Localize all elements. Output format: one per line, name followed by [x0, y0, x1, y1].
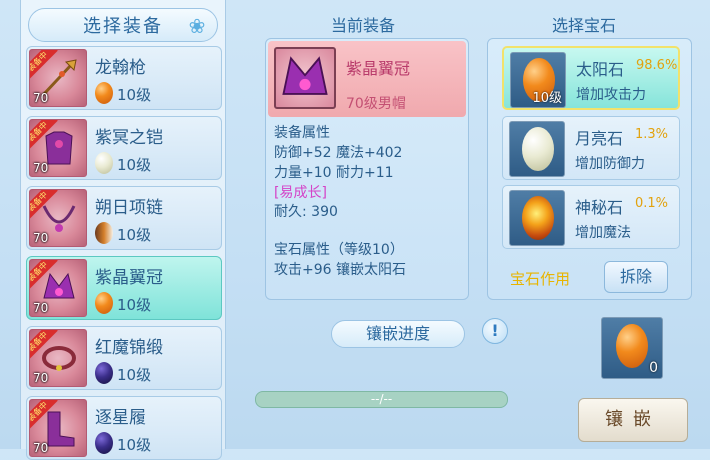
- gem-percent: 98.6%: [636, 58, 678, 73]
- gem-name: 神秘石: [575, 198, 624, 217]
- gem-pearl-icon: [95, 152, 113, 174]
- gem-select-title: 选择宝石: [552, 16, 617, 35]
- equipment-level: 70: [33, 231, 49, 245]
- equipment-thumbnail: 装备中 70: [29, 399, 87, 457]
- growth-tag: [易成长]: [274, 185, 327, 201]
- durability: 耐久: 390: [274, 204, 338, 220]
- gem-level: 10级: [117, 366, 152, 384]
- gem-dark-icon: [95, 432, 113, 454]
- gem-level: 10级: [117, 296, 152, 314]
- sun-stone-icon: [616, 324, 648, 368]
- equipment-name: 紫晶翼冠: [95, 268, 163, 288]
- equipment-list-header: 选择装备 ❀: [28, 8, 218, 42]
- gem-level: 10级: [117, 86, 152, 104]
- equipment-level: 70: [33, 371, 49, 385]
- current-equipment-name: 紫晶翼冠: [346, 59, 411, 78]
- moon-stone-icon: [522, 127, 554, 171]
- gem-level: 10级: [117, 226, 152, 244]
- gem-percent: 1.3%: [635, 127, 669, 142]
- current-equipment-thumbnail: [274, 47, 336, 109]
- gem-slot-count: 0: [649, 360, 658, 376]
- gem-thumbnail: 10级: [510, 52, 566, 108]
- gem-slot[interactable]: 0: [601, 317, 663, 379]
- equipment-name: 红魔锦缎: [95, 338, 163, 358]
- equipment-thumbnail: 装备中 70: [29, 259, 87, 317]
- current-equipment-title: 当前装备: [331, 16, 396, 35]
- equipment-name: 紫冥之铠: [95, 128, 163, 148]
- equipment-thumbnail: 装备中 70: [29, 329, 87, 387]
- gem-orange-icon: [95, 82, 113, 104]
- mystic-stone-icon: [522, 196, 554, 240]
- inlay-progress-label: 镶嵌进度: [331, 320, 465, 348]
- equipment-item-necklace[interactable]: 装备中 70 朔日项链 10级: [26, 186, 222, 250]
- equipment-attribute-line: 防御+52 魔法+402: [274, 145, 403, 161]
- equipment-list-title: 选择装备: [83, 16, 163, 37]
- inlay-progress-text: --/--: [370, 392, 393, 406]
- crown-icon: [282, 56, 328, 95]
- gem-row-moon-stone[interactable]: 月亮石 1.3% 增加防御力: [502, 116, 680, 180]
- equipment-level: 70: [33, 91, 49, 105]
- gem-dark-icon: [95, 362, 113, 384]
- gem-description: 增加攻击力: [576, 87, 646, 103]
- equipment-attributes-title: 装备属性: [274, 125, 330, 141]
- gem-level: 10级: [117, 156, 152, 174]
- equipment-thumbnail: 装备中 70: [29, 189, 87, 247]
- gem-description: 增加魔法: [575, 225, 631, 241]
- gem-effect-label[interactable]: 宝石作用: [510, 268, 570, 289]
- equipment-item-dragon-spear[interactable]: 装备中 70 龙翰枪 10级: [26, 46, 222, 110]
- equipment-item-crystal-crown[interactable]: 装备中 70 紫晶翼冠 10级: [26, 256, 222, 320]
- gem-percent: 0.1%: [635, 196, 669, 211]
- gem-row-sun-stone[interactable]: 10级 太阳石 98.6% 增加攻击力: [502, 46, 680, 110]
- gem-name: 月亮石: [575, 129, 624, 148]
- equipment-name: 朔日项链: [95, 198, 163, 218]
- equipment-item-star-boots[interactable]: 装备中 70 逐星履 10级: [26, 396, 222, 460]
- inlay-button[interactable]: 镶嵌: [578, 398, 688, 442]
- gem-thumbnail: [509, 121, 565, 177]
- gem-description: 增加防御力: [575, 156, 645, 172]
- gem-orange-icon: [95, 292, 113, 314]
- gem-attributes-title: 宝石属性（等级10）: [274, 242, 404, 258]
- equipment-item-purple-armor[interactable]: 装备中 70 紫冥之铠 10级: [26, 116, 222, 180]
- remove-gem-button[interactable]: 拆除: [604, 261, 668, 293]
- gem-level: 10级: [117, 436, 152, 454]
- gem-row-mystic-stone[interactable]: 神秘石 0.1% 增加魔法: [502, 185, 680, 249]
- equipment-item-red-silk[interactable]: 装备中 70 红魔锦缎 10级: [26, 326, 222, 390]
- info-icon[interactable]: !: [482, 318, 508, 344]
- equipment-attribute-line: 力量+10 耐力+11: [274, 165, 394, 181]
- current-equipment-header: 紫晶翼冠 70级男帽: [268, 41, 466, 117]
- equipment-thumbnail: 装备中 70: [29, 49, 87, 107]
- equipment-thumbnail: 装备中 70: [29, 119, 87, 177]
- wing-ornament-icon: ❀: [188, 14, 208, 38]
- equipment-name: 逐星履: [95, 408, 146, 428]
- equipment-level: 70: [33, 301, 49, 315]
- current-equipment-subtitle: 70级男帽: [346, 96, 406, 112]
- gem-mixed-icon: [95, 222, 113, 244]
- equipment-name: 龙翰枪: [95, 58, 146, 78]
- gem-level: 10级: [532, 91, 562, 106]
- inlay-progress-bar: --/--: [255, 391, 508, 408]
- equipment-level: 70: [33, 441, 49, 455]
- gem-attribute-line: 攻击+96 镶嵌太阳石: [274, 262, 406, 278]
- gem-name: 太阳石: [576, 60, 625, 79]
- equipment-level: 70: [33, 161, 49, 175]
- gem-thumbnail: [509, 190, 565, 246]
